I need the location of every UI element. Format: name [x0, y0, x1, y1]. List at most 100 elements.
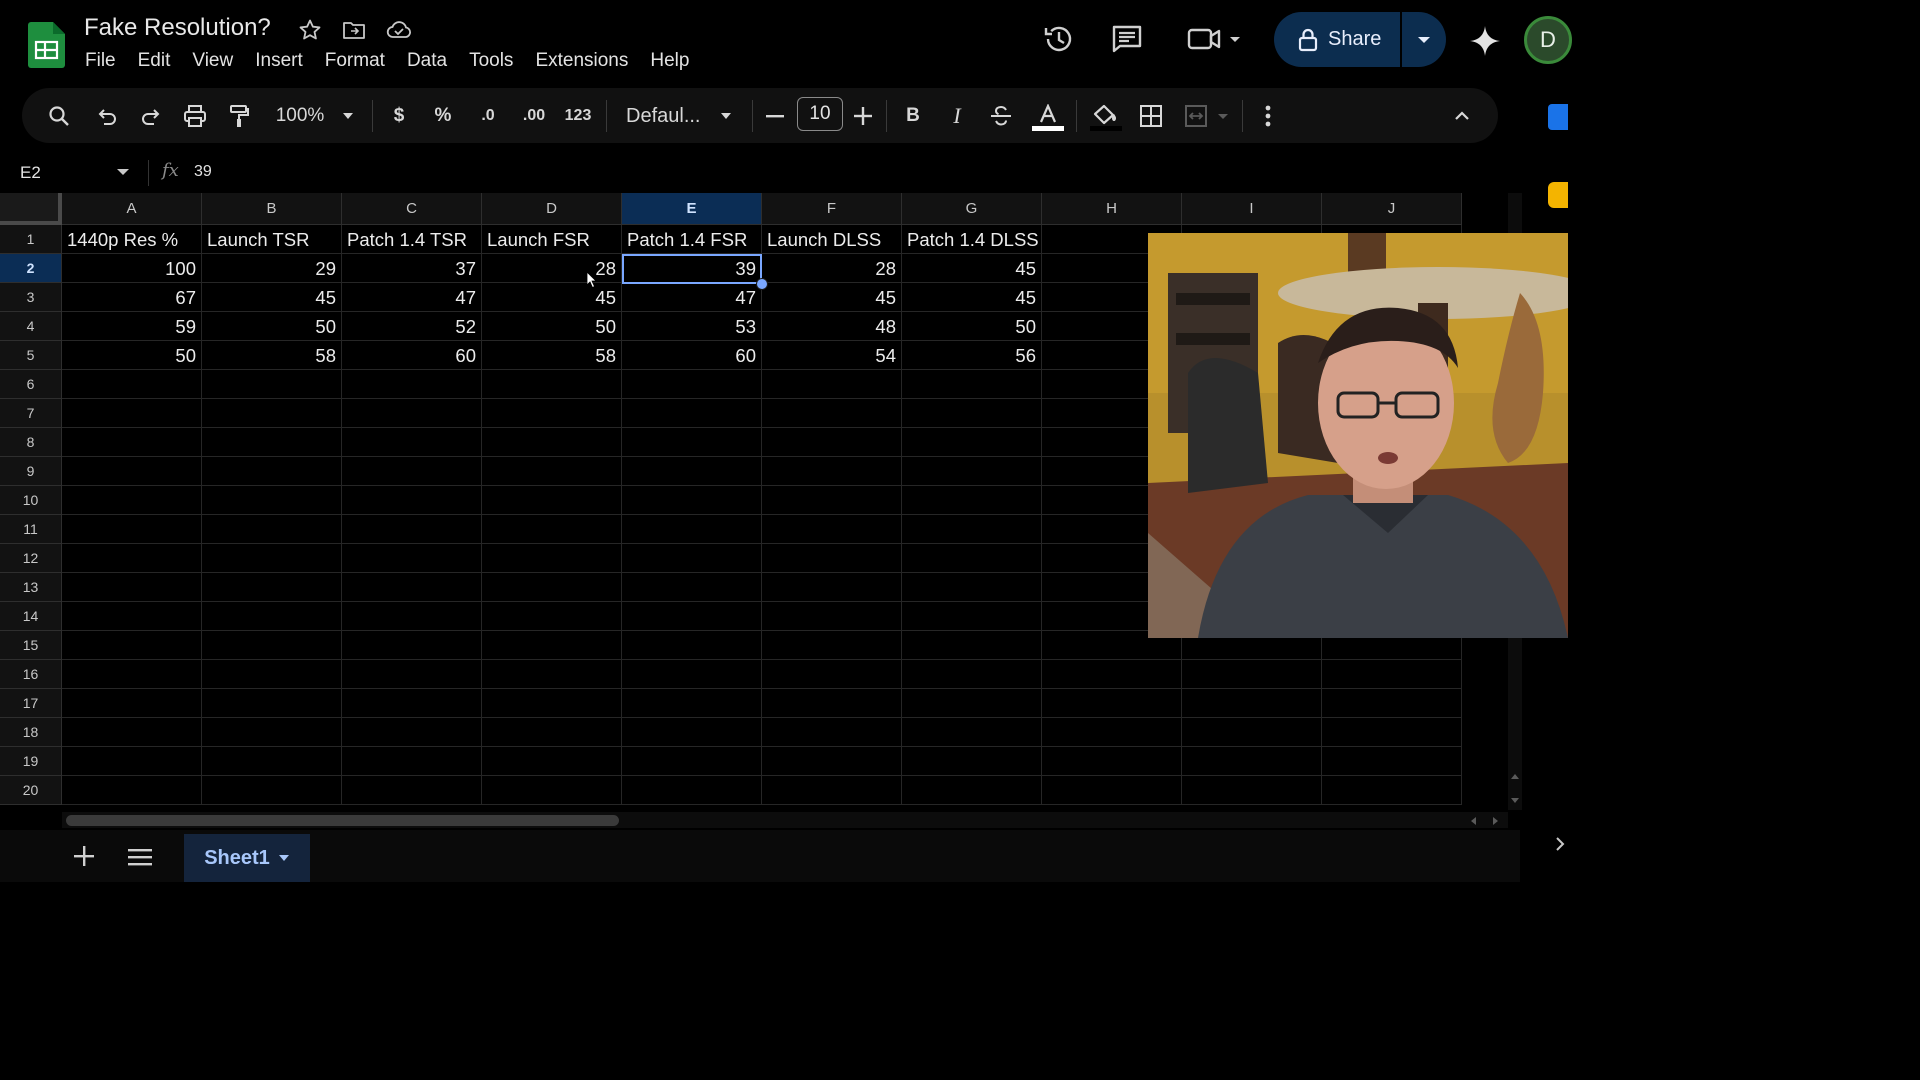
cell-i16[interactable]: [1182, 660, 1322, 689]
decrease-font-size-icon[interactable]: [764, 104, 786, 128]
cell-a16[interactable]: [62, 660, 202, 689]
cell-a1[interactable]: 1440p Res %: [62, 225, 202, 254]
cell-c14[interactable]: [342, 602, 482, 631]
cell-g3[interactable]: 45: [902, 283, 1042, 312]
cell-b11[interactable]: [202, 515, 342, 544]
cell-a7[interactable]: [62, 399, 202, 428]
cell-e16[interactable]: [622, 660, 762, 689]
cell-b17[interactable]: [202, 689, 342, 718]
cell-j19[interactable]: [1322, 747, 1462, 776]
cell-b6[interactable]: [202, 370, 342, 399]
cell-e20[interactable]: [622, 776, 762, 805]
row-header-20[interactable]: 20: [0, 776, 62, 805]
sheet-tab-sheet1[interactable]: Sheet1: [184, 834, 310, 882]
side-panel-expand-icon[interactable]: [1555, 836, 1565, 852]
cell-g2[interactable]: 45: [902, 254, 1042, 283]
cell-e5[interactable]: 60: [622, 341, 762, 370]
version-history-icon[interactable]: [1042, 22, 1076, 56]
column-header-h[interactable]: H: [1042, 193, 1182, 225]
column-header-d[interactable]: D: [482, 193, 622, 225]
cell-e7[interactable]: [622, 399, 762, 428]
row-header-12[interactable]: 12: [0, 544, 62, 573]
cell-c10[interactable]: [342, 486, 482, 515]
cell-e9[interactable]: [622, 457, 762, 486]
cell-b3[interactable]: 45: [202, 283, 342, 312]
column-header-b[interactable]: B: [202, 193, 342, 225]
name-box-dropdown-icon[interactable]: [116, 168, 130, 176]
cell-d11[interactable]: [482, 515, 622, 544]
scroll-up-icon[interactable]: [1510, 772, 1520, 780]
cell-c12[interactable]: [342, 544, 482, 573]
cell-j16[interactable]: [1322, 660, 1462, 689]
increase-font-size-icon[interactable]: [852, 104, 874, 128]
cell-b7[interactable]: [202, 399, 342, 428]
cell-a5[interactable]: 50: [62, 341, 202, 370]
cell-h17[interactable]: [1042, 689, 1182, 718]
cell-c11[interactable]: [342, 515, 482, 544]
cell-j18[interactable]: [1322, 718, 1462, 747]
menu-tools[interactable]: Tools: [458, 49, 524, 73]
cell-g18[interactable]: [902, 718, 1042, 747]
cell-b8[interactable]: [202, 428, 342, 457]
cell-f19[interactable]: [762, 747, 902, 776]
cell-h16[interactable]: [1042, 660, 1182, 689]
cell-i20[interactable]: [1182, 776, 1322, 805]
cell-d19[interactable]: [482, 747, 622, 776]
cell-e3[interactable]: 47: [622, 283, 762, 312]
cell-c13[interactable]: [342, 573, 482, 602]
sheet-tab-dropdown-icon[interactable]: [278, 854, 290, 862]
fill-handle[interactable]: [756, 278, 768, 290]
format-currency-button[interactable]: $: [388, 104, 410, 128]
cell-h19[interactable]: [1042, 747, 1182, 776]
menu-edit[interactable]: Edit: [127, 49, 182, 73]
cell-e19[interactable]: [622, 747, 762, 776]
cell-d1[interactable]: Launch FSR: [482, 225, 622, 254]
cell-g11[interactable]: [902, 515, 1042, 544]
menu-view[interactable]: View: [181, 49, 244, 73]
more-formats-button[interactable]: 123: [562, 104, 594, 128]
cell-b15[interactable]: [202, 631, 342, 660]
cell-c16[interactable]: [342, 660, 482, 689]
cell-e1[interactable]: Patch 1.4 FSR: [622, 225, 762, 254]
cell-c15[interactable]: [342, 631, 482, 660]
cell-d7[interactable]: [482, 399, 622, 428]
row-header-19[interactable]: 19: [0, 747, 62, 776]
cell-b9[interactable]: [202, 457, 342, 486]
cell-g14[interactable]: [902, 602, 1042, 631]
cell-b14[interactable]: [202, 602, 342, 631]
collapse-toolbar-icon[interactable]: [1450, 104, 1474, 128]
cell-d16[interactable]: [482, 660, 622, 689]
cloud-saved-icon[interactable]: [386, 18, 411, 42]
cell-i17[interactable]: [1182, 689, 1322, 718]
cell-b1[interactable]: Launch TSR: [202, 225, 342, 254]
cell-d12[interactable]: [482, 544, 622, 573]
cell-e8[interactable]: [622, 428, 762, 457]
cell-i19[interactable]: [1182, 747, 1322, 776]
cell-f13[interactable]: [762, 573, 902, 602]
cell-d13[interactable]: [482, 573, 622, 602]
merge-cells-icon[interactable]: [1184, 104, 1236, 128]
cell-c6[interactable]: [342, 370, 482, 399]
borders-icon[interactable]: [1138, 104, 1164, 128]
cell-b10[interactable]: [202, 486, 342, 515]
cell-a9[interactable]: [62, 457, 202, 486]
cell-g9[interactable]: [902, 457, 1042, 486]
cell-g12[interactable]: [902, 544, 1042, 573]
cell-b20[interactable]: [202, 776, 342, 805]
document-title[interactable]: Fake Resolution?: [84, 14, 271, 42]
bold-button[interactable]: B: [902, 104, 924, 128]
cell-a20[interactable]: [62, 776, 202, 805]
cell-d17[interactable]: [482, 689, 622, 718]
scroll-right-icon[interactable]: [1492, 816, 1500, 826]
cell-f2[interactable]: 28: [762, 254, 902, 283]
cell-c8[interactable]: [342, 428, 482, 457]
cell-d18[interactable]: [482, 718, 622, 747]
share-dropdown-icon[interactable]: [1402, 12, 1446, 67]
column-header-i[interactable]: I: [1182, 193, 1322, 225]
cell-d8[interactable]: [482, 428, 622, 457]
cell-a10[interactable]: [62, 486, 202, 515]
row-header-2[interactable]: 2: [0, 254, 62, 283]
italic-button[interactable]: I: [946, 103, 968, 128]
row-header-5[interactable]: 5: [0, 341, 62, 370]
row-header-8[interactable]: 8: [0, 428, 62, 457]
